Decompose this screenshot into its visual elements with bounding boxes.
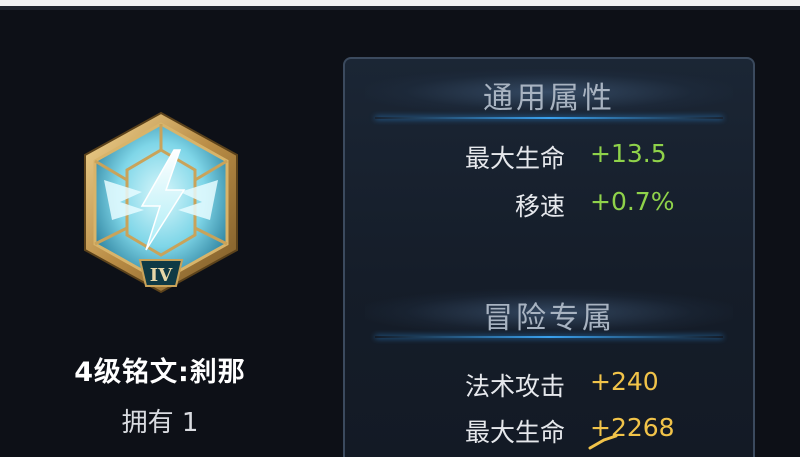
stat-label: 最大生命 <box>464 418 565 447</box>
stat-row: 法术攻击 +240 <box>345 367 753 403</box>
top-border <box>0 0 800 10</box>
adventure-exclusive-title: 冒险专属 <box>483 301 615 336</box>
general-attributes-title: 通用属性 <box>483 81 615 116</box>
stat-label: 法术攻击 <box>464 372 565 401</box>
rune-level-numeral: IV <box>150 265 173 286</box>
lightning-rune-hexagon-icon: IV <box>84 111 238 294</box>
stat-row: 移速 +0.7% <box>345 187 753 223</box>
stat-value: +13.5 <box>590 139 667 168</box>
stat-label: 最大生命 <box>464 144 565 173</box>
rune-name: 4级铭文:刹那 <box>74 357 246 388</box>
rune-stats-panel: 通用属性 最大生命 +13.5 移速 +0.7% 冒险专属 法术攻击 +240 … <box>343 57 755 457</box>
owned-count: 拥有 1 <box>121 408 199 438</box>
general-header-divider <box>375 117 723 119</box>
stat-label: 移速 <box>514 192 565 221</box>
adventure-header-divider <box>375 336 723 338</box>
stat-value: +0.7% <box>590 187 675 216</box>
stat-value: +240 <box>590 367 659 396</box>
highlight-arrow-icon <box>588 434 618 450</box>
stat-row: 最大生命 +2268 <box>345 413 753 449</box>
rune-emblem[interactable]: IV <box>82 110 240 310</box>
stat-row: 最大生命 +13.5 <box>345 139 753 175</box>
